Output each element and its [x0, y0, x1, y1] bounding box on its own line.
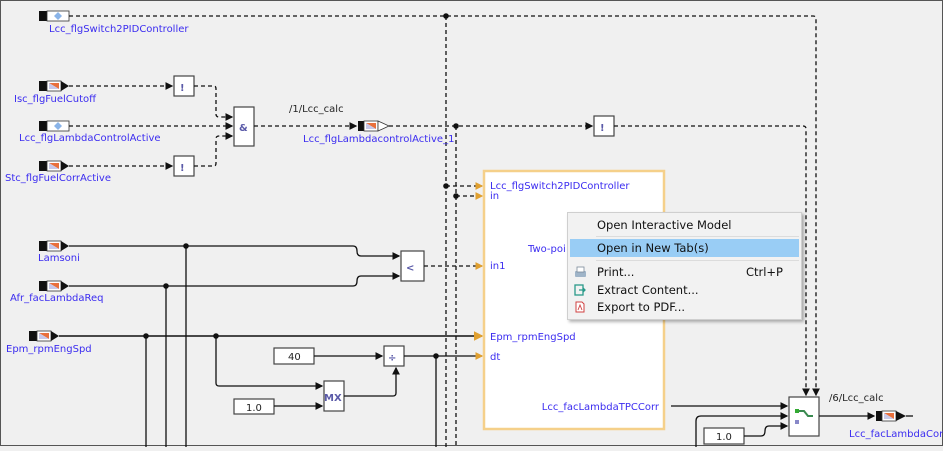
menu-item-label: Print... [597, 265, 635, 279]
less-symbol: < [406, 263, 414, 274]
menu-shortcut: Ctrl+P [745, 265, 783, 279]
not-symbol: ! [180, 83, 185, 94]
inport-fuel-cutoff-label: Isc_flgFuelCutoff [14, 94, 97, 105]
menu-item-label: Extract Content... [597, 283, 699, 297]
extract-icon [574, 284, 586, 296]
calc6-label: /6/Lcc_calc [829, 393, 884, 404]
menu-item-open-new-tab[interactable]: Open in New Tab(s) [570, 239, 799, 257]
and-symbol: & [239, 123, 248, 134]
switch-icon [795, 409, 799, 413]
subsystem-port-switch: Lcc_flgSwitch2PIDController [490, 181, 630, 192]
subsystem-name: Two-poi [527, 244, 566, 255]
inport-fuel-corr[interactable] [38, 160, 70, 172]
outport-lambda-corr-label: Lcc_facLambdaCorr [849, 429, 943, 440]
inport-fuel-cutoff[interactable] [38, 80, 70, 92]
outport-lambda-active-1[interactable] [358, 120, 390, 132]
const-1-b-value: 1.0 [716, 432, 732, 443]
subsystem-port-out: Lcc_facLambdaTPCCorr [542, 402, 660, 413]
menu-item-extract-content[interactable]: Extract Content... [570, 281, 799, 299]
printer-icon [575, 266, 586, 277]
outport-lambda-corr[interactable] [876, 410, 913, 422]
menu-item-label: Export to PDF... [597, 300, 686, 314]
mx-symbol: MX [324, 393, 342, 404]
inport-switch-label: Lcc_flgSwitch2PIDController [49, 24, 189, 35]
pdf-icon [575, 301, 585, 313]
calc1-label: /1/Lcc_calc [289, 104, 344, 115]
menu-item-export-pdf[interactable]: Export to PDF... [570, 298, 799, 316]
switch-block[interactable] [788, 396, 820, 437]
context-menu: Open Interactive Model Open in New Tab(s… [567, 212, 802, 320]
inport-lambda-req[interactable] [38, 280, 70, 292]
divide-symbol: ÷ [388, 353, 396, 364]
menu-separator [596, 236, 799, 237]
subsystem-port-in: in [490, 191, 499, 202]
inport-lambda-active[interactable] [38, 120, 70, 132]
inport-fuel-corr-label: Stc_flgFuelCorrActive [5, 173, 111, 184]
inport-eng-spd[interactable] [28, 330, 60, 342]
not-symbol: ! [600, 123, 605, 134]
menu-item-open-interactive-model[interactable]: Open Interactive Model [570, 216, 799, 234]
inport-switch[interactable] [38, 10, 70, 22]
menu-item-label: Open Interactive Model [597, 218, 732, 232]
not-symbol: ! [180, 163, 185, 174]
inport-lambda-req-label: Afr_facLambdaReq [10, 293, 104, 304]
const-1-a-value: 1.0 [246, 403, 262, 414]
inport-lamsoni-label: Lamsoni [38, 253, 80, 264]
inport-eng-spd-label: Epm_rpmEngSpd [6, 344, 92, 355]
outport-lambda-active-1-label: Lcc_flgLambdacontrolActive_1 [303, 134, 454, 145]
const-40-value: 40 [288, 352, 301, 363]
subsystem-port-in1: in1 [490, 261, 505, 272]
inport-lambda-active-label: Lcc_flgLambdaControlActive [19, 133, 161, 144]
subsystem-port-eng-spd: Epm_rpmEngSpd [490, 332, 576, 343]
menu-item-label: Open in New Tab(s) [597, 241, 709, 255]
menu-item-print[interactable]: Print... Ctrl+P [570, 263, 799, 281]
menu-separator [596, 260, 799, 261]
inport-lamsoni[interactable] [38, 240, 70, 252]
subsystem-port-dt: dt [490, 352, 500, 363]
